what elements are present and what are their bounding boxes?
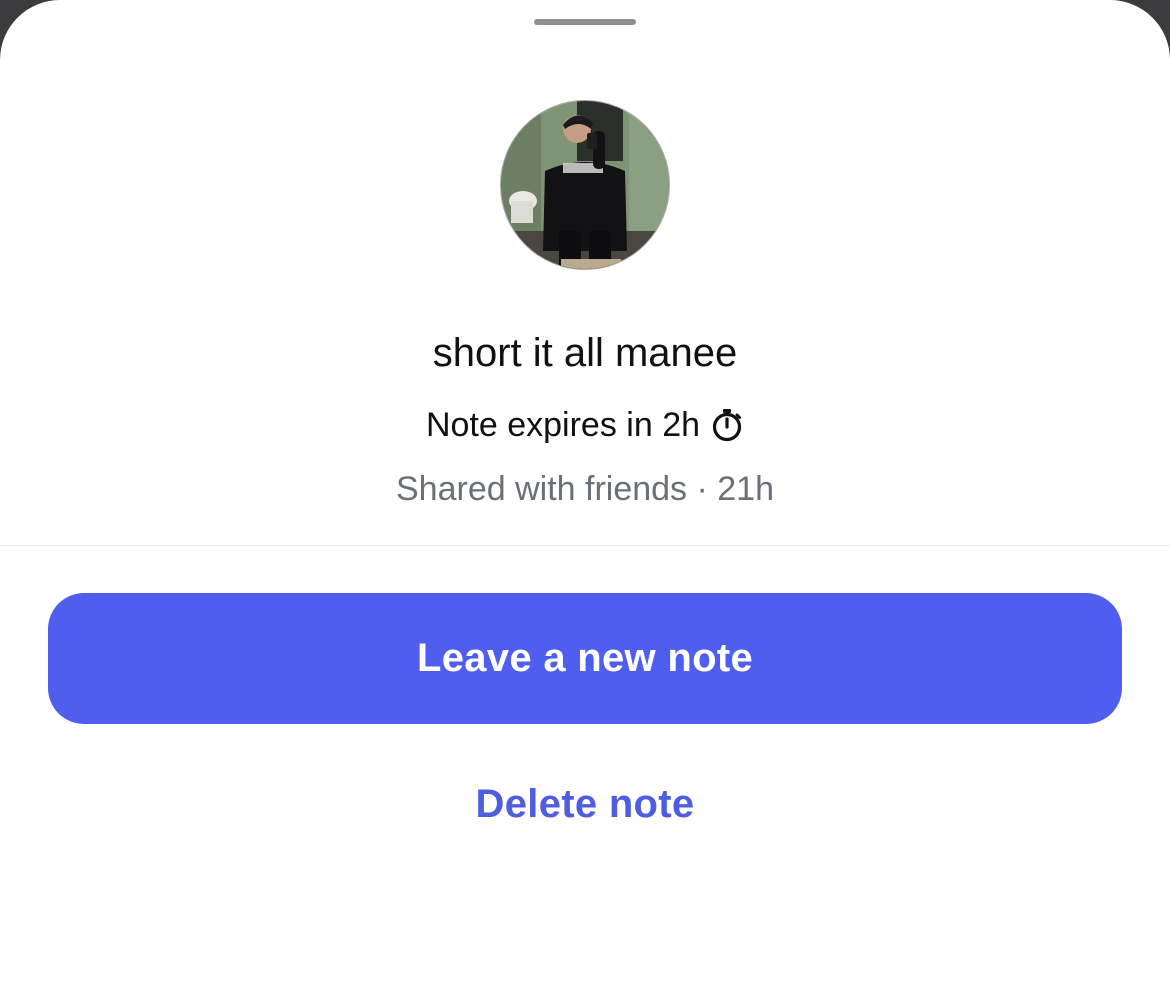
note-expiry: Note expires in 2h (0, 402, 1170, 454)
sheet-grabber-handle[interactable] (534, 19, 636, 25)
delete-note-button[interactable]: Delete note (0, 776, 1170, 832)
avatar-image (501, 101, 669, 269)
note-sharing-meta: Shared with friends · 21h (396, 470, 774, 508)
stopwatch-icon (710, 408, 744, 454)
note-expiry-label: Note expires in 2h (425, 406, 701, 444)
divider (0, 545, 1170, 546)
note-bottom-sheet: short it all manee Note expires in 2h Sh… (0, 0, 1170, 983)
note-text: short it all manee (432, 331, 738, 375)
leave-new-note-button[interactable]: Leave a new note (48, 593, 1122, 724)
avatar[interactable] (501, 101, 669, 269)
